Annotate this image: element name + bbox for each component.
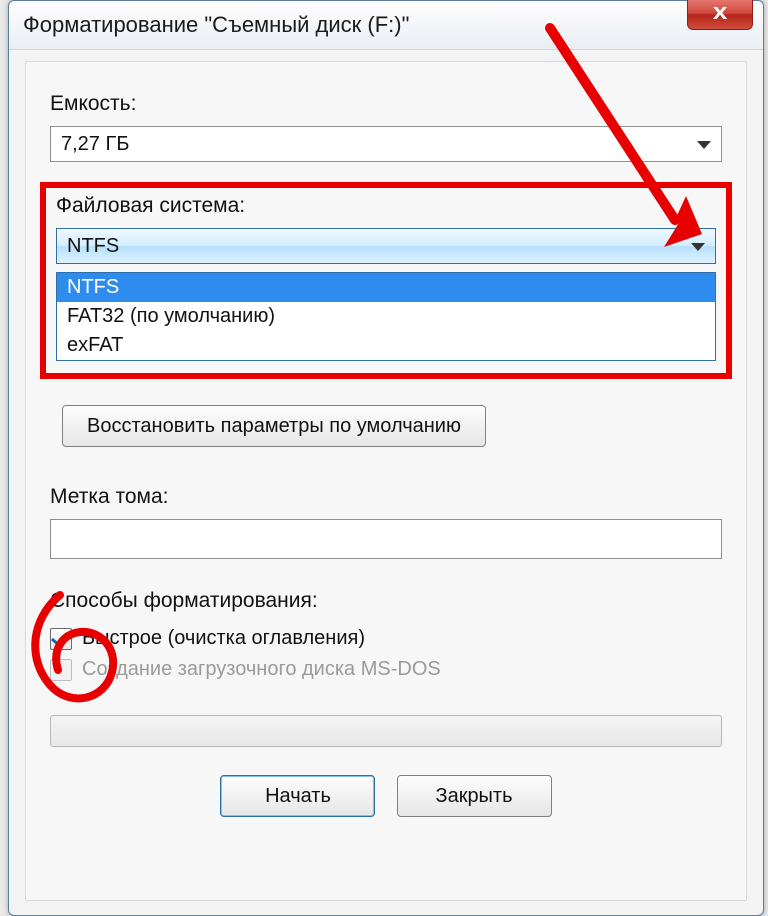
restore-defaults-wrap: Восстановить параметры по умолчанию xyxy=(50,405,722,447)
close-window-button[interactable]: x xyxy=(687,0,753,30)
format-progress-bar xyxy=(50,715,722,747)
titlebar: Форматирование "Съемный диск (F:)" x xyxy=(9,1,763,50)
capacity-label: Емкость: xyxy=(50,92,722,116)
filesystem-option-ntfs[interactable]: NTFS xyxy=(57,273,715,302)
msdos-boot-checkbox xyxy=(50,659,72,681)
msdos-boot-label: Создание загрузочного диска MS-DOS xyxy=(82,658,441,681)
quick-format-label: Быстрое (очистка оглавления) xyxy=(82,627,365,650)
window-title: Форматирование "Съемный диск (F:)" xyxy=(23,12,409,37)
capacity-select[interactable]: 7,27 ГБ xyxy=(50,126,722,162)
capacity-value: 7,27 ГБ xyxy=(61,133,129,155)
filesystem-select[interactable]: NTFS xyxy=(56,228,716,264)
close-button[interactable]: Закрыть xyxy=(397,775,552,817)
format-dialog: Форматирование "Съемный диск (F:)" x Емк… xyxy=(8,0,764,916)
volume-label-input[interactable] xyxy=(50,519,722,559)
filesystem-value: NTFS xyxy=(67,235,119,257)
dialog-content: Емкость: 7,27 ГБ Файловая система: NTFS … xyxy=(25,61,747,901)
volume-label-label: Метка тома: xyxy=(50,485,722,509)
filesystem-listbox[interactable]: NTFS FAT32 (по умолчанию) exFAT xyxy=(56,272,716,361)
start-button[interactable]: Начать xyxy=(220,775,375,817)
close-icon: x xyxy=(713,0,728,25)
quick-format-row: Быстрое (очистка оглавления) xyxy=(50,627,722,650)
msdos-boot-row: Создание загрузочного диска MS-DOS xyxy=(50,658,722,681)
restore-defaults-button[interactable]: Восстановить параметры по умолчанию xyxy=(62,405,486,447)
filesystem-option-fat32[interactable]: FAT32 (по умолчанию) xyxy=(57,302,715,331)
chevron-down-icon xyxy=(691,243,705,251)
chevron-down-icon xyxy=(697,141,711,149)
filesystem-option-exfat[interactable]: exFAT xyxy=(57,331,715,360)
filesystem-highlight: Файловая система: NTFS NTFS FAT32 (по ум… xyxy=(40,182,732,379)
quick-format-checkbox[interactable] xyxy=(50,628,72,650)
dialog-buttons: Начать Закрыть xyxy=(50,775,722,817)
format-options-label: Способы форматирования: xyxy=(50,589,722,613)
filesystem-label: Файловая система: xyxy=(56,194,716,218)
